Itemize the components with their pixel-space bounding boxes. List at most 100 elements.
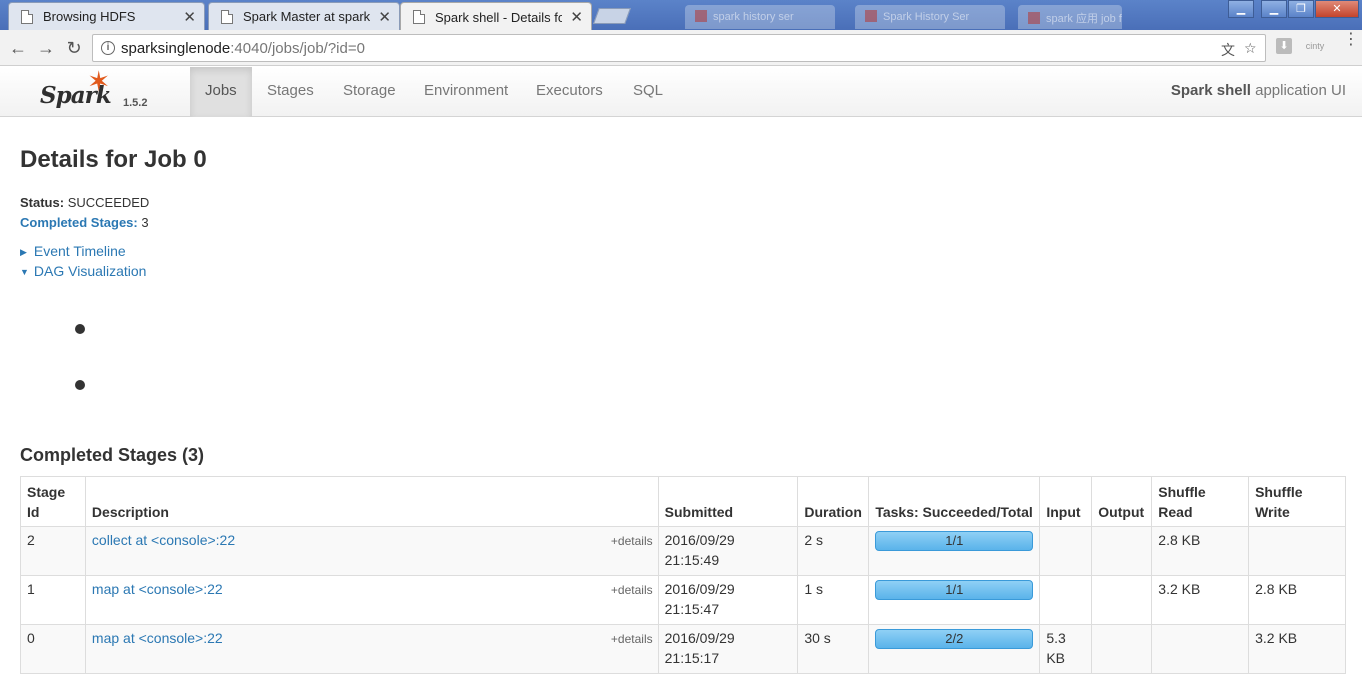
- restore-button[interactable]: ❐: [1288, 0, 1314, 18]
- close-window-button[interactable]: ✕: [1315, 0, 1359, 18]
- duration: 2 s: [797, 526, 870, 576]
- caret-right-icon: ▶: [20, 247, 27, 257]
- col-header-description[interactable]: Description: [84, 476, 659, 527]
- shuffle-write: 2.8 KB: [1248, 575, 1346, 625]
- menu-icon[interactable]: ⋮: [1343, 32, 1359, 48]
- browser-tab-browsing-hdfs[interactable]: Browsing HDFS ✕: [8, 2, 205, 30]
- spark-navbar: Spark ✶ 1.5.2 Jobs Stages Storage Enviro…: [0, 67, 1362, 117]
- nav-executors[interactable]: Executors: [521, 67, 618, 117]
- shuffle-write: 3.2 KB: [1248, 624, 1346, 674]
- tasks-cell: 1/1: [868, 575, 1041, 625]
- info-icon[interactable]: i: [101, 41, 115, 55]
- col-header-shuffle-write[interactable]: Shuffle Write: [1248, 476, 1346, 527]
- table-row: 2 collect at <console>:22 +details 2016/…: [20, 526, 1346, 576]
- stage-id: 1: [20, 575, 86, 625]
- shuffle-write: [1248, 526, 1346, 576]
- url-path: :4040/jobs/job/?id=0: [230, 40, 365, 57]
- submitted-time: 2016/09/29 21:15:47: [657, 575, 799, 625]
- event-timeline-label: Event Timeline: [33, 243, 126, 259]
- star-icon: ✶: [87, 66, 111, 97]
- tasks-progress-text: 2/2: [945, 631, 964, 646]
- extension-icon[interactable]: cinty: [1302, 38, 1328, 54]
- browser-tab-spark-shell[interactable]: Spark shell - Details for ✕: [400, 2, 592, 30]
- favicon-icon: [865, 10, 877, 22]
- details-toggle[interactable]: +details: [611, 531, 653, 551]
- shuffle-read: [1151, 624, 1250, 674]
- nav-environment[interactable]: Environment: [409, 67, 523, 117]
- completed-stages-table: Stage Id Description Submitted Duration …: [20, 476, 1346, 674]
- shuffle-read: 3.2 KB: [1151, 575, 1250, 625]
- status-label: Status:: [20, 195, 65, 210]
- input-size: [1039, 575, 1093, 625]
- description-cell: collect at <console>:22 +details: [84, 526, 659, 576]
- browser-tab-strip: Browsing HDFS ✕ Spark Master at sparksi …: [0, 0, 1362, 30]
- stage-id: 2: [20, 526, 86, 576]
- status-value: SUCCEEDED: [67, 195, 150, 210]
- submitted-time: 2016/09/29 21:15:49: [657, 526, 799, 576]
- details-toggle[interactable]: +details: [611, 580, 653, 600]
- page-icon: [221, 9, 233, 24]
- tasks-progress-bar: 1/1: [875, 580, 1034, 600]
- new-tab-button[interactable]: [593, 8, 631, 24]
- nav-jobs[interactable]: Jobs: [190, 67, 252, 117]
- favicon-icon: [1028, 12, 1040, 24]
- duration: 1 s: [797, 575, 870, 625]
- user-profile-button[interactable]: ▁: [1228, 0, 1254, 18]
- col-header-duration[interactable]: Duration: [797, 476, 870, 527]
- col-header-input[interactable]: Input: [1039, 476, 1093, 527]
- caret-down-icon: ▼: [20, 267, 29, 277]
- tasks-progress-bar: 1/1: [875, 531, 1034, 551]
- background-window-tab: Spark History Ser: [855, 5, 1005, 29]
- dag-node[interactable]: [75, 380, 85, 390]
- nav-stages[interactable]: Stages: [252, 67, 329, 117]
- tasks-progress-text: 1/1: [945, 533, 964, 548]
- dag-visualization-label: DAG Visualization: [33, 263, 147, 279]
- col-header-tasks[interactable]: Tasks: Succeeded/Total: [868, 476, 1041, 527]
- output-size: [1091, 624, 1153, 674]
- page-icon: [21, 9, 33, 24]
- dag-visualization-toggle[interactable]: ▼ DAG Visualization: [20, 263, 146, 279]
- col-header-stage-id[interactable]: Stage Id: [20, 476, 86, 527]
- stage-description-link[interactable]: map at <console>:22: [92, 630, 223, 646]
- col-header-output[interactable]: Output: [1091, 476, 1153, 527]
- tab-close-icon[interactable]: ✕: [183, 8, 196, 26]
- completed-stages-link[interactable]: Completed Stages:: [20, 215, 138, 230]
- browser-tab-spark-master[interactable]: Spark Master at sparksi ✕: [208, 2, 400, 30]
- stage-description-link[interactable]: collect at <console>:22: [92, 532, 235, 548]
- stage-description-link[interactable]: map at <console>:22: [92, 581, 223, 597]
- shuffle-read: 2.8 KB: [1151, 526, 1250, 576]
- star-icon[interactable]: ☆: [1244, 40, 1257, 57]
- event-timeline-toggle[interactable]: ▶ Event Timeline: [20, 243, 126, 259]
- completed-stages-count: 3: [141, 215, 149, 230]
- reload-icon[interactable]: ↻: [62, 36, 86, 60]
- url-text[interactable]: sparksinglenode:4040/jobs/job/?id=0: [121, 40, 365, 57]
- output-size: [1091, 526, 1153, 576]
- favicon-icon: [695, 10, 707, 22]
- application-title: Spark shell application UI: [1171, 82, 1346, 99]
- dag-node[interactable]: [75, 324, 85, 334]
- download-extension-icon[interactable]: ⬇: [1276, 38, 1292, 54]
- background-window-tab: spark 应用 job fc: [1018, 5, 1122, 29]
- stage-id: 0: [20, 624, 86, 674]
- table-row: 0 map at <console>:22 +details 2016/09/2…: [20, 624, 1346, 674]
- tab-close-icon[interactable]: ✕: [378, 8, 391, 26]
- minimize-button[interactable]: ▁: [1261, 0, 1287, 18]
- completed-stages-line: Completed Stages: 3: [20, 213, 149, 233]
- arrow-left-icon[interactable]: ←: [6, 36, 30, 60]
- status-line: Status: SUCCEEDED: [20, 193, 149, 213]
- details-toggle[interactable]: +details: [611, 629, 653, 649]
- tab-close-icon[interactable]: ✕: [570, 8, 583, 26]
- duration: 30 s: [797, 624, 870, 674]
- page-icon: [413, 10, 425, 24]
- nav-sql[interactable]: SQL: [618, 67, 678, 117]
- table-header-row: Stage Id Description Submitted Duration …: [20, 476, 1346, 527]
- col-header-shuffle-read[interactable]: Shuffle Read: [1151, 476, 1250, 527]
- page-title: Details for Job 0: [20, 146, 207, 173]
- address-bar[interactable]: i sparksinglenode:4040/jobs/job/?id=0 文 …: [92, 34, 1266, 62]
- tab-title: Spark Master at sparksi: [243, 9, 371, 24]
- translate-icon[interactable]: 文: [1221, 40, 1235, 60]
- nav-storage[interactable]: Storage: [328, 67, 411, 117]
- arrow-right-icon[interactable]: →: [34, 36, 58, 60]
- col-header-submitted[interactable]: Submitted: [657, 476, 799, 527]
- output-size: [1091, 575, 1153, 625]
